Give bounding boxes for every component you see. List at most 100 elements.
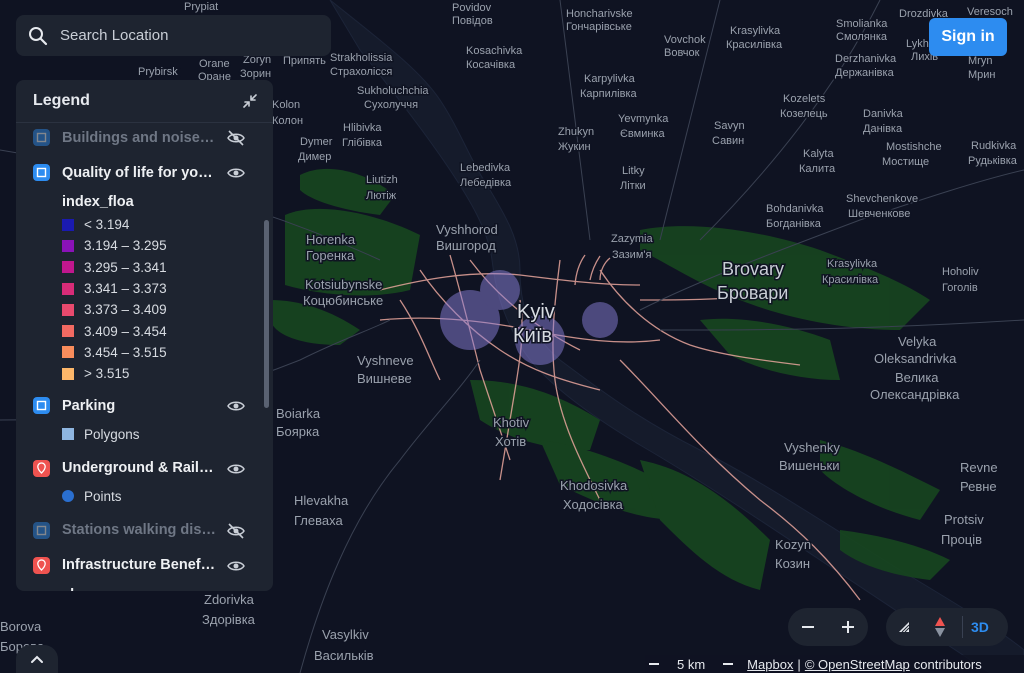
svg-text:Derzhanivka: Derzhanivka	[835, 53, 897, 65]
svg-text:Rudkivka: Rudkivka	[971, 140, 1017, 152]
svg-text:Косачівка: Косачівка	[466, 59, 516, 71]
svg-text:Hlibivka: Hlibivka	[343, 122, 382, 134]
color-swatch	[62, 282, 74, 295]
svg-text:Boiarka: Boiarka	[276, 406, 321, 421]
eye-icon[interactable]	[227, 460, 245, 478]
svg-text:Ревне: Ревне	[960, 479, 997, 494]
svg-text:Васильків: Васильків	[314, 648, 374, 663]
mapbox-link[interactable]: Mapbox	[747, 657, 793, 672]
svg-text:Hlevakha: Hlevakha	[294, 493, 349, 508]
3d-toggle-button[interactable]: 3D	[962, 616, 989, 638]
svg-text:Вовчок: Вовчок	[664, 47, 700, 59]
svg-text:Димер: Димер	[298, 151, 331, 163]
svg-text:Здорівка: Здорівка	[202, 612, 256, 627]
svg-text:Revne: Revne	[960, 460, 998, 475]
polygon-layer-icon	[33, 521, 50, 539]
search-input[interactable]	[58, 26, 312, 45]
svg-text:Sukholuchchia: Sukholuchchia	[357, 85, 429, 97]
svg-text:Vasylkiv: Vasylkiv	[322, 627, 369, 642]
legend-class-item: 3.454 – 3.515	[16, 342, 261, 363]
eye-icon[interactable]	[227, 397, 245, 415]
tilt-button[interactable]	[886, 612, 922, 642]
svg-text:Yevmynka: Yevmynka	[618, 113, 669, 125]
svg-text:Вишеньки: Вишеньки	[779, 458, 840, 473]
legend-symbol-item: Points	[16, 486, 261, 507]
zoom-out-button[interactable]	[793, 612, 823, 642]
scale-bar: 5 km	[645, 656, 734, 672]
svg-text:Мрин: Мрин	[968, 69, 996, 81]
svg-text:Honcharivske: Honcharivske	[566, 8, 633, 20]
svg-text:Велика: Велика	[895, 370, 939, 385]
legend-header: Legend	[16, 80, 273, 123]
search-bar[interactable]	[16, 15, 331, 56]
legend-layer-parking[interactable]: Parking	[16, 388, 261, 423]
svg-text:Сухолуччя: Сухолуччя	[364, 99, 418, 111]
legend-layer-stations-walking[interactable]: Stations walking dist...	[16, 513, 261, 548]
svg-text:Красилівка: Красилівка	[822, 274, 879, 286]
svg-text:Smolianka: Smolianka	[836, 18, 888, 30]
legend-class-item: 3.373 – 3.409	[16, 299, 261, 320]
attribution-separator: |	[797, 656, 801, 672]
minus-icon	[802, 626, 814, 628]
svg-text:Гоголів: Гоголів	[942, 282, 978, 294]
color-swatch	[62, 303, 74, 316]
legend-attribute-name: class	[16, 583, 261, 591]
svg-text:Гончарівське: Гончарівське	[566, 21, 632, 33]
svg-text:Вишгород: Вишгород	[436, 238, 496, 253]
eye-off-icon[interactable]	[227, 129, 245, 147]
color-swatch	[62, 218, 74, 231]
eye-off-icon[interactable]	[227, 522, 245, 540]
svg-text:Проців: Проців	[941, 532, 982, 547]
svg-text:Krasylivka: Krasylivka	[827, 258, 878, 270]
compass-icon	[935, 617, 945, 637]
color-swatch	[62, 261, 74, 274]
search-icon	[29, 26, 48, 45]
contributors-text: contributors	[913, 656, 982, 672]
legend-layer-buildings-noise[interactable]: Buildings and noise l...	[16, 123, 261, 155]
zoom-in-button[interactable]	[833, 612, 863, 642]
plus-icon	[842, 621, 854, 633]
expand-panel-button[interactable]	[16, 645, 58, 673]
sign-in-button[interactable]: Sign in	[929, 18, 1007, 56]
color-swatch	[62, 367, 74, 380]
svg-text:Рудьківка: Рудьківка	[968, 155, 1018, 167]
color-swatch	[62, 490, 74, 503]
svg-text:Савин: Савин	[712, 135, 744, 147]
svg-text:Олександрівка: Олександрівка	[870, 387, 960, 402]
svg-text:Krasylivka: Krasylivka	[730, 25, 781, 37]
scale-label: 5 km	[677, 656, 706, 672]
eye-icon[interactable]	[227, 557, 245, 575]
compass-button[interactable]	[922, 612, 958, 642]
legend-layer-underground-railway[interactable]: Underground & Railw...	[16, 451, 261, 486]
layer-name: Underground & Railw...	[62, 460, 217, 477]
collapse-icon[interactable]	[241, 92, 259, 110]
svg-text:Litky: Litky	[622, 165, 645, 177]
svg-text:Zazymia: Zazymia	[611, 233, 653, 245]
svg-text:Vyshhorod: Vyshhorod	[436, 222, 498, 237]
svg-text:Калита: Калита	[799, 163, 836, 175]
legend-layer-quality-of-life[interactable]: Quality of life for you...	[16, 155, 261, 190]
svg-text:Strakholissia: Strakholissia	[330, 52, 393, 64]
eye-icon[interactable]	[227, 164, 245, 182]
svg-text:Данівка: Данівка	[863, 123, 903, 135]
view-control: 3D	[886, 608, 1008, 646]
svg-text:Borova: Borova	[0, 619, 42, 634]
legend-scrollbar[interactable]	[264, 220, 269, 408]
legend-title: Legend	[33, 92, 90, 109]
svg-text:Мостище: Мостище	[882, 156, 929, 168]
svg-text:Veresoch: Veresoch	[967, 6, 1013, 18]
legend-class-item: 3.409 – 3.454	[16, 320, 261, 341]
svg-text:Боярка: Боярка	[276, 424, 320, 439]
svg-text:Kotsiubynske: Kotsiubynske	[305, 277, 382, 292]
svg-text:Держанівка: Держанівка	[835, 67, 895, 79]
legend-layer-infrastructure-benefits[interactable]: Infrastructure Benefits	[16, 548, 261, 583]
layer-name: Infrastructure Benefits	[62, 557, 217, 574]
osm-link[interactable]: © OpenStreetMap	[805, 657, 910, 672]
svg-text:Vovchok: Vovchok	[664, 34, 706, 46]
map-label-kyiv: Kyiv	[517, 301, 555, 323]
zoom-control	[788, 608, 868, 646]
svg-text:Zdorivka: Zdorivka	[204, 592, 255, 607]
color-swatch	[62, 325, 74, 338]
polygon-layer-icon	[33, 397, 50, 415]
polygon-layer-icon	[33, 164, 50, 181]
